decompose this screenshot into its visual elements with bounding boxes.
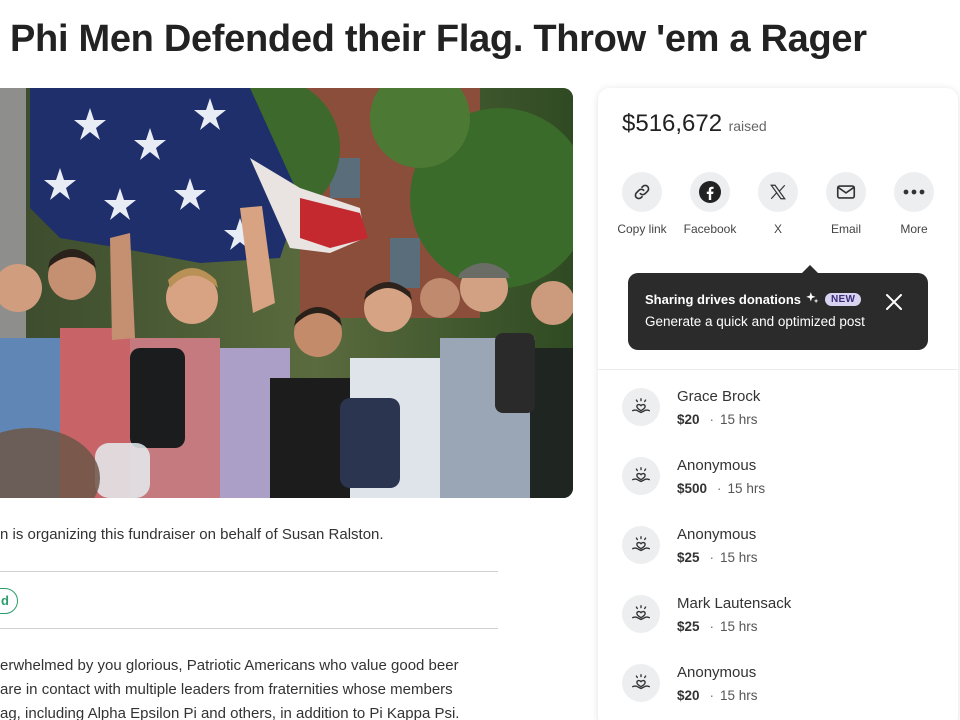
feed-divider	[598, 369, 958, 370]
donation-item: Anonymous $25 · 15 hrs	[622, 524, 942, 593]
tooltip-title: Sharing drives donations NEW	[645, 291, 862, 308]
share-label: X	[773, 222, 782, 236]
donation-time: 15 hrs	[720, 550, 758, 565]
email-icon	[826, 172, 866, 212]
tooltip-title-text: Sharing drives donations	[645, 292, 802, 307]
donation-meta: $20 · 15 hrs	[677, 412, 758, 427]
share-label: More	[900, 222, 928, 236]
donation-time: 15 hrs	[720, 688, 758, 703]
donation-amount: $20	[677, 688, 700, 703]
heart-hand-icon	[622, 595, 660, 633]
separator: ·	[709, 619, 715, 634]
share-label: Email	[830, 222, 861, 236]
donor-name: Grace Brock	[677, 388, 761, 405]
page-title: Phi Men Defended their Flag. Throw 'em a…	[10, 18, 867, 60]
donation-time: 15 hrs	[727, 481, 766, 496]
hero-image[interactable]	[0, 88, 573, 498]
donor-name: Anonymous	[677, 664, 757, 681]
share-tooltip: Sharing drives donations NEW Generate a …	[628, 265, 928, 350]
donation-amount: $25	[677, 619, 700, 634]
donation-meta: $25 · 15 hrs	[677, 619, 758, 634]
raised-amount: $516,672	[622, 110, 723, 137]
separator: ·	[717, 481, 722, 496]
share-label: Copy link	[617, 222, 667, 236]
more-icon	[894, 172, 934, 212]
copy-link-button[interactable]: Copy link	[617, 172, 667, 237]
raised-label: raised	[728, 118, 767, 134]
story-line: ag, including Alpha Epsilon Pi and other…	[0, 705, 460, 720]
donation-item: Anonymous $20 · 15 hrs	[622, 662, 942, 720]
organizer-text: n is organizing this fundraiser on behal…	[0, 526, 384, 543]
x-logo-icon	[758, 172, 798, 212]
close-icon[interactable]	[884, 292, 904, 312]
tooltip-arrow	[801, 265, 819, 274]
donation-time: 15 hrs	[720, 619, 758, 634]
raised-summary: $516,672 raised	[622, 110, 767, 138]
share-label: Facebook	[683, 222, 737, 236]
donation-amount: $25	[677, 550, 700, 565]
donation-meta: $20 · 15 hrs	[677, 688, 758, 703]
separator: ·	[709, 688, 715, 703]
heart-hand-icon	[622, 388, 660, 426]
section-divider	[0, 571, 498, 572]
heart-hand-icon	[622, 664, 660, 702]
sparkle-icon	[805, 291, 819, 308]
facebook-share-button[interactable]: Facebook	[684, 172, 736, 237]
story-line: erwhelmed by you glorious, Patriotic Ame…	[0, 657, 459, 674]
tooltip-body[interactable]: Generate a quick and optimized post	[645, 314, 865, 329]
separator: ·	[709, 550, 715, 565]
section-divider	[0, 628, 498, 629]
status-badge: d	[0, 588, 18, 614]
donation-meta: $500 · 15 hrs	[677, 481, 765, 496]
donor-name: Anonymous	[677, 526, 757, 543]
facebook-icon	[690, 172, 730, 212]
email-share-button[interactable]: Email	[822, 172, 870, 237]
share-options: Copy link Facebook X Email More	[617, 172, 938, 237]
separator: ·	[709, 412, 715, 427]
story-line: are in contact with multiple leaders fro…	[0, 681, 453, 698]
donation-amount: $500	[677, 481, 708, 496]
link-icon	[622, 172, 662, 212]
story-text: erwhelmed by you glorious, Patriotic Ame…	[0, 654, 459, 720]
donation-time: 15 hrs	[720, 412, 758, 427]
x-share-button[interactable]: X	[754, 172, 802, 237]
donation-amount: $20	[677, 412, 700, 427]
hero-photo-illustration	[0, 88, 573, 498]
donor-name: Mark Lautensack	[677, 595, 792, 612]
heart-hand-icon	[622, 457, 660, 495]
donation-item: Grace Brock $20 · 15 hrs	[622, 386, 942, 455]
donation-meta: $25 · 15 hrs	[677, 550, 758, 565]
donation-item: Mark Lautensack $25 · 15 hrs	[622, 593, 942, 662]
donor-name: Anonymous	[677, 457, 757, 474]
more-share-button[interactable]: More	[890, 172, 938, 237]
recent-donations: Grace Brock $20 · 15 hrs Anonymous $500 · 15…	[622, 386, 942, 720]
donation-item: Anonymous $500 · 15 hrs	[622, 455, 942, 524]
heart-hand-icon	[622, 526, 660, 564]
donation-card: $516,672 raised Copy link Facebook X Ema…	[598, 88, 958, 720]
new-badge: NEW	[825, 293, 862, 306]
